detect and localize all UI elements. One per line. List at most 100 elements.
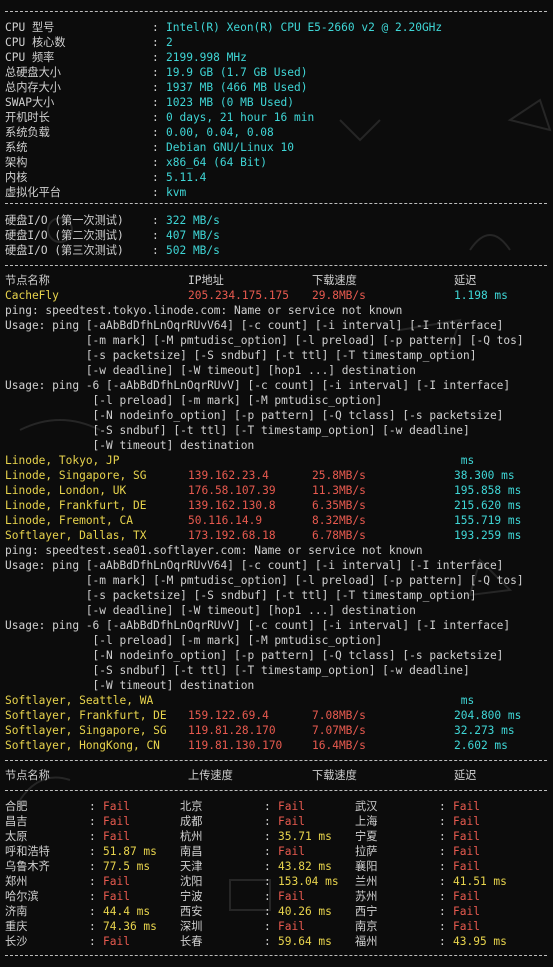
ping-value: 74.36 ms	[103, 920, 157, 933]
city-name: 兰州	[355, 875, 378, 888]
error-text: [-S sndbuf] [-t ttl] [-T timestamp_optio…	[5, 424, 470, 437]
node-speed: 6.35MB/s	[312, 499, 366, 512]
error-text: [-m mark] [-M pmtudisc_option] [-l prelo…	[5, 574, 524, 587]
ping-value: 44.4 ms	[103, 905, 151, 918]
header-upload: 上传速度	[188, 769, 233, 782]
sysinfo-label: 架构	[5, 156, 28, 169]
ping-value: Fail	[278, 920, 305, 933]
sysinfo-value: 0 days, 21 hour 16 min	[166, 111, 315, 124]
header-speed: 下载速度	[312, 274, 357, 287]
node-name: Linode, Fremont, CA	[5, 514, 133, 527]
ping-value: Fail	[453, 860, 480, 873]
node-name: Linode, Singapore, SG	[5, 469, 147, 482]
sysinfo-value: 5.11.4	[166, 171, 207, 184]
colon: :	[264, 890, 271, 903]
sysinfo-label: CPU 频率	[5, 51, 55, 64]
city-name: 乌鲁木齐	[5, 860, 50, 873]
city-name: 郑州	[5, 875, 28, 888]
colon: :	[439, 920, 446, 933]
ping-value: Fail	[278, 890, 305, 903]
error-text: [-l preload] [-m mark] [-M pmtudisc_opti…	[5, 634, 383, 647]
city-name: 重庆	[5, 920, 28, 933]
colon: :	[264, 905, 271, 918]
city-name: 宁夏	[355, 830, 378, 843]
ping-value: Fail	[453, 920, 480, 933]
header-latency: 延迟	[454, 274, 477, 287]
terminal-window[interactable]: CPU 型号: Intel(R) Xeon(R) CPU E5-2660 v2 @…	[0, 0, 553, 967]
colon: :	[152, 214, 159, 227]
ping-value: 40.26 ms	[278, 905, 332, 918]
node-speed: 11.3MB/s	[312, 484, 366, 497]
node-ip: 205.234.175.175	[188, 289, 290, 302]
sysinfo-label: 系统负载	[5, 126, 50, 139]
ping-value: 41.51 ms	[453, 875, 507, 888]
node-name: Softlayer, HongKong, CN	[5, 739, 160, 752]
colon: :	[439, 800, 446, 813]
node-ip: 176.58.107.39	[188, 484, 276, 497]
disk-io-value: 407 MB/s	[166, 229, 220, 242]
city-name: 西安	[180, 905, 203, 918]
node-name: Softlayer, Seattle, WA	[5, 694, 154, 707]
city-name: 武汉	[355, 800, 378, 813]
node-name: Softlayer, Singapore, SG	[5, 724, 167, 737]
city-name: 襄阳	[355, 860, 378, 873]
node-name: Linode, Frankfurt, DE	[5, 499, 147, 512]
ping-value: 43.95 ms	[453, 935, 507, 948]
sysinfo-label: 总内存大小	[5, 81, 61, 94]
colon: :	[439, 890, 446, 903]
error-text: [-N nodeinfo_option] [-p pattern] [-Q tc…	[5, 649, 504, 662]
colon: :	[152, 21, 159, 34]
node-latency: 38.300 ms	[454, 469, 515, 482]
city-name: 北京	[180, 800, 203, 813]
node-latency: 155.719 ms	[454, 514, 522, 527]
ping-value: 59.64 ms	[278, 935, 332, 948]
node-latency: 204.800 ms	[454, 709, 522, 722]
ping-value: Fail	[103, 800, 130, 813]
disk-io-label: 硬盘I/O (第一次测试)	[5, 214, 124, 227]
sysinfo-value: 1937 MB (466 MB Used)	[166, 81, 308, 94]
error-text: [-N nodeinfo_option] [-p pattern] [-Q tc…	[5, 409, 504, 422]
node-latency: 215.620 ms	[454, 499, 522, 512]
error-text: ping: speedtest.sea01.softlayer.com: Nam…	[5, 544, 423, 557]
ping-value: 51.87 ms	[103, 845, 157, 858]
node-speed: 29.8MB/s	[312, 289, 366, 302]
colon: :	[264, 800, 271, 813]
sysinfo-value: 1023 MB (0 MB Used)	[166, 96, 294, 109]
error-text: [-w deadline] [-W timeout] [hop1 ...] de…	[5, 364, 416, 377]
node-speed: 16.4MB/s	[312, 739, 366, 752]
error-text: [-W timeout] destination	[5, 679, 255, 692]
node-speed: 25.8MB/s	[312, 469, 366, 482]
ping-value: Fail	[278, 800, 305, 813]
city-name: 长沙	[5, 935, 28, 948]
ping-value: Fail	[453, 890, 480, 903]
colon: :	[89, 815, 96, 828]
sysinfo-value: 0.00, 0.04, 0.08	[166, 126, 274, 139]
city-name: 杭州	[180, 830, 203, 843]
colon: :	[264, 860, 271, 873]
sysinfo-value: 2199.998 MHz	[166, 51, 247, 64]
error-text: Usage: ping -6 [-aAbBdDfhLnOqrRUvV] [-c …	[5, 619, 511, 632]
colon: :	[152, 244, 159, 257]
separator-line	[5, 790, 547, 791]
sysinfo-label: SWAP大小	[5, 96, 55, 109]
error-text: Usage: ping [-aAbBdDfhLnOqrRUvV64] [-c c…	[5, 559, 504, 572]
colon: :	[152, 186, 159, 199]
node-name: Linode, London, UK	[5, 484, 127, 497]
colon: :	[439, 860, 446, 873]
header-node: 节点名称	[5, 769, 50, 782]
node-ip: 173.192.68.18	[188, 529, 276, 542]
city-name: 呼和浩特	[5, 845, 50, 858]
ping-value: Fail	[103, 815, 130, 828]
city-name: 宁波	[180, 890, 203, 903]
node-ip: 159.122.69.4	[188, 709, 269, 722]
node-latency: ms	[454, 694, 475, 707]
colon: :	[439, 935, 446, 948]
city-name: 南京	[355, 920, 378, 933]
city-name: 长春	[180, 935, 203, 948]
colon: :	[89, 890, 96, 903]
disk-io-label: 硬盘I/O (第三次测试)	[5, 244, 124, 257]
node-latency: 2.602 ms	[454, 739, 508, 752]
node-ip: 139.162.130.8	[188, 499, 276, 512]
node-ip: 50.116.14.9	[188, 514, 263, 527]
city-name: 深圳	[180, 920, 203, 933]
